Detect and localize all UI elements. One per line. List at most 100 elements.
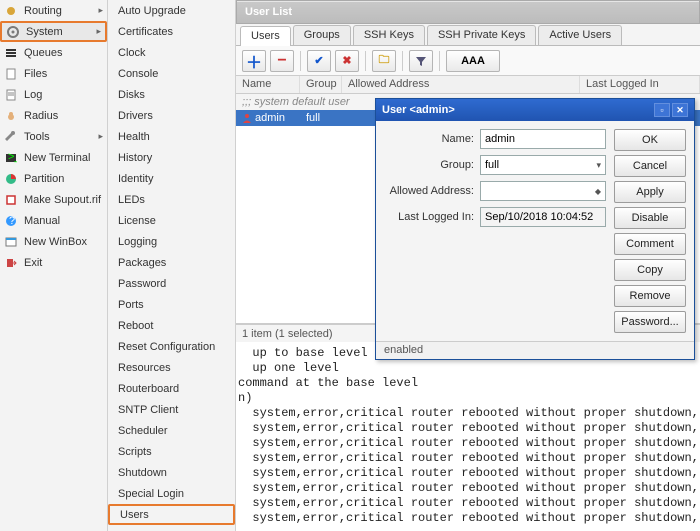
submenu-item-users[interactable]: Users [108, 504, 235, 525]
input-allowed-address[interactable] [480, 181, 606, 201]
tab-ssh-keys[interactable]: SSH Keys [353, 25, 425, 45]
submenu-item-history[interactable]: History [108, 147, 235, 168]
tab-ssh-private-keys[interactable]: SSH Private Keys [427, 25, 536, 45]
select-group[interactable]: full [480, 155, 606, 175]
close-icon[interactable]: ✕ [672, 103, 688, 117]
label-last-logged: Last Logged In: [384, 211, 480, 223]
sidebar-item-label: Files [24, 68, 47, 80]
terminal-icon: >_ [4, 151, 18, 165]
tab-active-users[interactable]: Active Users [538, 25, 622, 45]
tab-groups[interactable]: Groups [293, 25, 351, 45]
sidebar-item-new-winbox[interactable]: New WinBox [0, 231, 107, 252]
copy-button[interactable]: Copy [614, 259, 686, 281]
apply-button[interactable]: Apply [614, 181, 686, 203]
submenu-item-password[interactable]: Password [108, 273, 235, 294]
add-button[interactable]: ＋ [242, 50, 266, 72]
submenu-item-disks[interactable]: Disks [108, 84, 235, 105]
input-name[interactable]: admin [480, 129, 606, 149]
burst-icon [4, 4, 18, 18]
separator [365, 51, 366, 71]
dialog-status-strip: enabled [376, 341, 694, 359]
sidebar-item-system[interactable]: System▸ [0, 21, 107, 42]
sidebar-item-manual[interactable]: ?Manual [0, 210, 107, 231]
ok-button[interactable]: OK [614, 129, 686, 151]
label-allowed-address: Allowed Address: [384, 185, 480, 197]
queue-icon [4, 46, 18, 60]
submenu-item-special-login[interactable]: Special Login [108, 483, 235, 504]
sidebar-item-tools[interactable]: Tools▸ [0, 126, 107, 147]
submenu-item-health[interactable]: Health [108, 126, 235, 147]
svg-text:>_: >_ [8, 152, 17, 163]
user-dialog: User <admin> ▫ ✕ Name:admin Group:full A… [375, 98, 695, 360]
submenu-item-reset-configuration[interactable]: Reset Configuration [108, 336, 235, 357]
aaa-button[interactable]: AAA [446, 50, 500, 72]
sidebar-item-label: Tools [24, 131, 50, 143]
value-last-logged: Sep/10/2018 10:04:52 [480, 207, 606, 227]
sidebar-item-label: Make Supout.rif [24, 194, 101, 206]
manual-icon: ? [4, 214, 18, 228]
password--button[interactable]: Password... [614, 311, 686, 333]
submenu-item-auto-upgrade[interactable]: Auto Upgrade [108, 0, 235, 21]
comment-button[interactable]: Comment [614, 233, 686, 255]
cancel-button[interactable]: Cancel [614, 155, 686, 177]
dialog-buttons: OK Cancel Apply Disable Comment Copy Remove Pas… [614, 129, 686, 333]
list-header: Name Group Allowed Address Last Logged I… [236, 76, 700, 94]
file-icon [4, 67, 18, 81]
submenu-item-console[interactable]: Console [108, 63, 235, 84]
disable-button[interactable]: Disable [614, 207, 686, 229]
submenu-item-license[interactable]: License [108, 210, 235, 231]
submenu-item-leds[interactable]: LEDs [108, 189, 235, 210]
sidebar-item-label: Radius [24, 110, 58, 122]
userlist-title: User List [236, 0, 700, 24]
cell-name: admin [255, 112, 285, 124]
col-name[interactable]: Name [236, 76, 300, 93]
sidebar-item-log[interactable]: Log [0, 84, 107, 105]
submenu-item-shutdown[interactable]: Shutdown [108, 462, 235, 483]
sidebar-item-queues[interactable]: Queues [0, 42, 107, 63]
sidebar-item-files[interactable]: Files [0, 63, 107, 84]
chevron-right-icon: ▸ [98, 5, 103, 16]
sidebar-item-label: Log [24, 89, 42, 101]
winbox-icon [4, 235, 18, 249]
submenu-item-drivers[interactable]: Drivers [108, 105, 235, 126]
sidebar-item-make-supout[interactable]: Make Supout.rif [0, 189, 107, 210]
enable-button[interactable]: ✔ [307, 50, 331, 72]
sidebar-item-exit[interactable]: Exit [0, 252, 107, 273]
minimize-icon[interactable]: ▫ [654, 103, 670, 117]
submenu-item-identity[interactable]: Identity [108, 168, 235, 189]
col-last-logged[interactable]: Last Logged In [580, 76, 700, 93]
pie-icon [4, 172, 18, 186]
sidebar-item-new-terminal[interactable]: >_ New Terminal [0, 147, 107, 168]
remove-button[interactable]: Remove [614, 285, 686, 307]
sidebar-item-label: Queues [24, 47, 63, 59]
sidebar-item-routing[interactable]: Routing▸ [0, 0, 107, 21]
sidebar-item-label: New Terminal [24, 152, 90, 164]
submenu-item-certificates[interactable]: Certificates [108, 21, 235, 42]
submenu-item-routerboard[interactable]: Routerboard [108, 378, 235, 399]
comment-button[interactable]: 🗀 [372, 50, 396, 72]
submenu-item-logging[interactable]: Logging [108, 231, 235, 252]
disable-button[interactable]: ✖ [335, 50, 359, 72]
remove-button[interactable]: − [270, 50, 294, 72]
submenu-item-packages[interactable]: Packages [108, 252, 235, 273]
sidebar-item-partition[interactable]: Partition [0, 168, 107, 189]
cell-group: full [300, 112, 342, 124]
dialog-titlebar[interactable]: User <admin> ▫ ✕ [376, 99, 694, 121]
toolbar: ＋ − ✔ ✖ 🗀 AAA [236, 46, 700, 76]
tab-users[interactable]: Users [240, 26, 291, 46]
submenu-item-sntp-client[interactable]: SNTP Client [108, 399, 235, 420]
submenu-item-ports[interactable]: Ports [108, 294, 235, 315]
submenu-item-scripts[interactable]: Scripts [108, 441, 235, 462]
col-group[interactable]: Group [300, 76, 342, 93]
col-allowed-address[interactable]: Allowed Address [342, 76, 580, 93]
radius-icon [4, 109, 18, 123]
sidebar-item-radius[interactable]: Radius [0, 105, 107, 126]
submenu-item-resources[interactable]: Resources [108, 357, 235, 378]
filter-button[interactable] [409, 50, 433, 72]
separator [300, 51, 301, 71]
tabs: UsersGroupsSSH KeysSSH Private KeysActiv… [236, 24, 700, 46]
submenu-item-scheduler[interactable]: Scheduler [108, 420, 235, 441]
submenu-item-reboot[interactable]: Reboot [108, 315, 235, 336]
log-output: up to base level up one level command at… [236, 342, 700, 530]
submenu-item-clock[interactable]: Clock [108, 42, 235, 63]
